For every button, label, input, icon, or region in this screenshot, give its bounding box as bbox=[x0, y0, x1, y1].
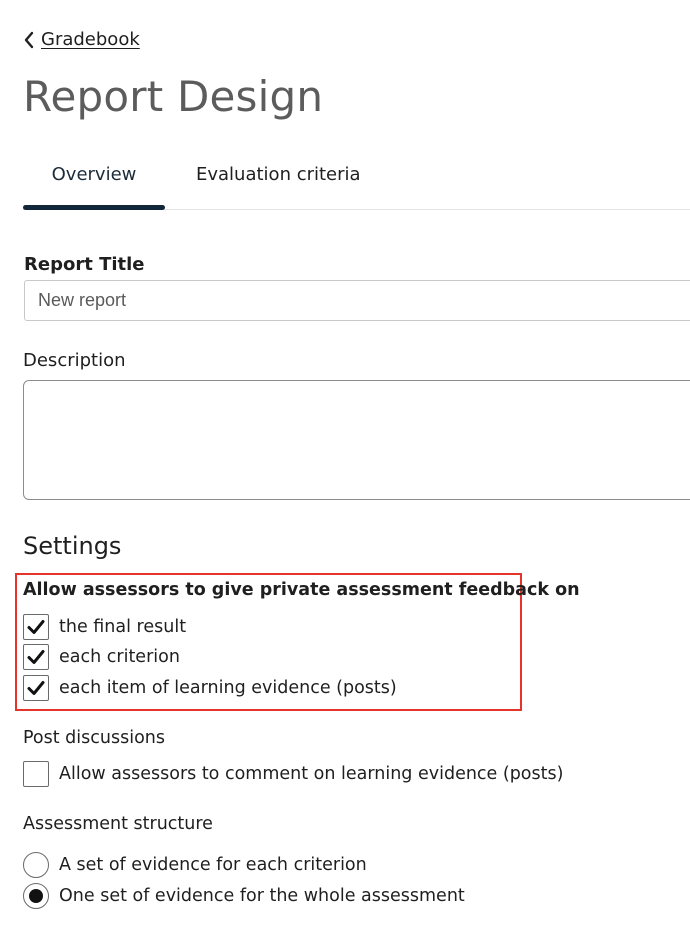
report-title-input[interactable] bbox=[24, 280, 690, 321]
structure-whole-assessment-option[interactable]: One set of evidence for the whole assess… bbox=[23, 883, 465, 909]
radio-selected-dot bbox=[29, 889, 43, 903]
report-title-label: Report Title bbox=[24, 254, 145, 275]
allow-comments-label: Allow assessors to comment on learning e… bbox=[59, 764, 564, 784]
feedback-learning-evidence-option[interactable]: each item of learning evidence (posts) bbox=[23, 675, 397, 701]
tab-overview[interactable]: Overview bbox=[23, 164, 165, 185]
allow-comments-checkbox[interactable] bbox=[23, 761, 49, 787]
structure-per-criterion-radio[interactable] bbox=[23, 852, 49, 878]
post-discussions-label: Post discussions bbox=[23, 728, 165, 748]
feedback-final-result-option[interactable]: the final result bbox=[23, 614, 186, 640]
chevron-left-icon bbox=[24, 31, 34, 48]
structure-whole-assessment-radio[interactable] bbox=[23, 883, 49, 909]
settings-heading: Settings bbox=[23, 532, 122, 560]
assessment-structure-label: Assessment structure bbox=[23, 814, 213, 834]
back-link-label: Gradebook bbox=[41, 29, 140, 50]
tab-bar: Overview Evaluation criteria bbox=[23, 150, 690, 210]
active-tab-indicator bbox=[23, 205, 165, 210]
tab-overview-label: Overview bbox=[51, 164, 137, 185]
feedback-final-result-checkbox[interactable] bbox=[23, 614, 49, 640]
checkmark-icon bbox=[27, 650, 45, 664]
feedback-learning-evidence-label: each item of learning evidence (posts) bbox=[59, 678, 397, 698]
back-to-gradebook-link[interactable]: Gradebook bbox=[23, 29, 140, 50]
feedback-learning-evidence-checkbox[interactable] bbox=[23, 675, 49, 701]
structure-whole-assessment-label: One set of evidence for the whole assess… bbox=[59, 886, 465, 906]
allow-comments-option[interactable]: Allow assessors to comment on learning e… bbox=[23, 761, 563, 787]
tab-evaluation-criteria-label: Evaluation criteria bbox=[196, 164, 361, 185]
description-label: Description bbox=[23, 350, 126, 371]
checkmark-icon bbox=[27, 620, 45, 634]
feedback-each-criterion-label: each criterion bbox=[59, 647, 180, 667]
page-title: Report Design bbox=[23, 72, 324, 121]
description-textarea[interactable] bbox=[23, 380, 690, 500]
feedback-each-criterion-checkbox[interactable] bbox=[23, 644, 49, 670]
checkmark-icon bbox=[27, 681, 45, 695]
feedback-final-result-label: the final result bbox=[59, 617, 187, 637]
private-feedback-label: Allow assessors to give private assessme… bbox=[23, 580, 580, 600]
tab-evaluation-criteria[interactable]: Evaluation criteria bbox=[196, 164, 361, 185]
feedback-each-criterion-option[interactable]: each criterion bbox=[23, 644, 180, 670]
structure-per-criterion-label: A set of evidence for each criterion bbox=[59, 855, 367, 875]
structure-per-criterion-option[interactable]: A set of evidence for each criterion bbox=[23, 852, 367, 878]
